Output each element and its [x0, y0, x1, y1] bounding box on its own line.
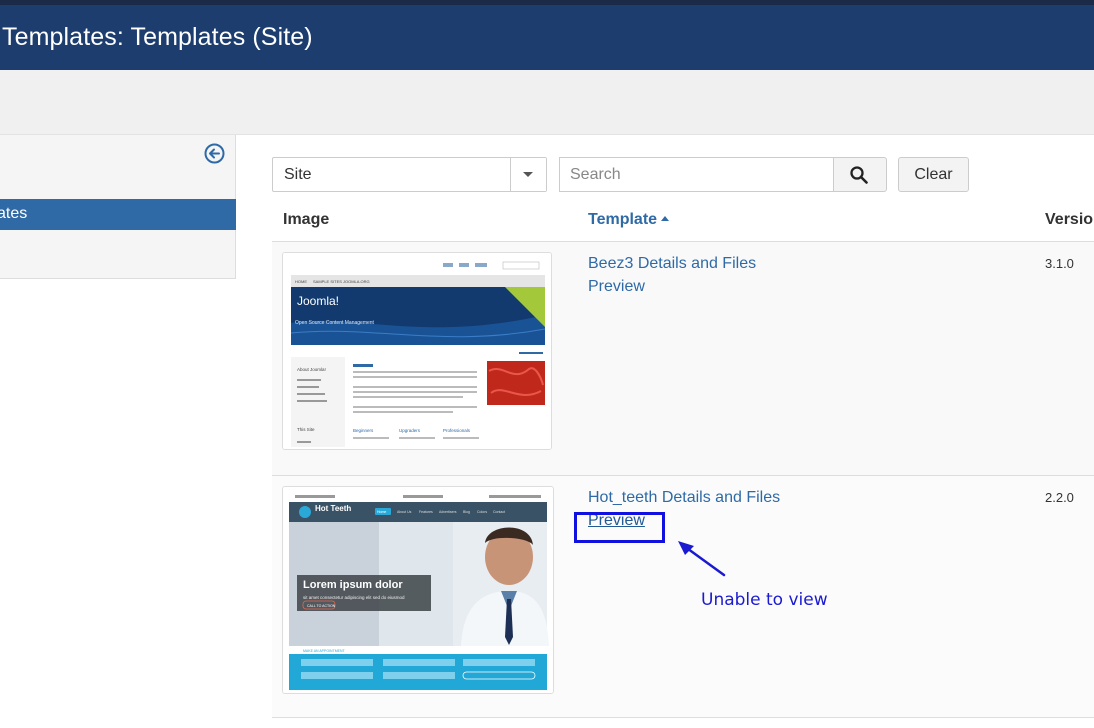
thumb-hot-brand: Hot Teeth [315, 504, 351, 513]
thumb-this-site: This Site [297, 427, 315, 432]
dropdown-toggle[interactable] [510, 158, 546, 191]
beez3-details-link[interactable]: Beez3 Details and Files [588, 255, 756, 273]
sidebar-item-templates[interactable]: ates [0, 199, 236, 230]
beez3-version: 3.1.0 [1045, 256, 1074, 271]
clear-button[interactable]: Clear [898, 157, 969, 192]
hot-teeth-details-link[interactable]: Hot_teeth Details and Files [588, 489, 780, 507]
client-select[interactable]: Site [272, 157, 547, 192]
thumb-hot-nav-about: About Us [397, 510, 412, 514]
thumb-hot-nav-blog: Blog [463, 510, 470, 514]
thumb-nav-home: HOME [295, 279, 307, 284]
toolbar [0, 70, 1094, 135]
client-select-value: Site [284, 166, 312, 183]
sort-ascending-icon [661, 216, 670, 221]
sidebar: ates [0, 135, 236, 279]
thumb-nav-sample: SAMPLE SITES [313, 279, 342, 284]
hot-teeth-version: 2.2.0 [1045, 490, 1074, 505]
thumb-brand: Joomla! [297, 294, 339, 308]
template-thumbnail-beez3[interactable]: HOME SAMPLE SITES JOOMLA.ORG Joomla! Ope… [282, 252, 552, 450]
thumb-hot-hero-title: Lorem ipsum dolor [303, 579, 403, 591]
thumb-hot-nav-colors: Colors [477, 510, 487, 514]
thumb-about: About Joomla! [297, 367, 326, 372]
thumb-hot-cta: CALL TO ACTION [307, 604, 336, 608]
thumb-col-professionals: Professionals [443, 428, 471, 433]
beez3-preview-link[interactable]: Preview [588, 278, 645, 296]
annotation-highlight-box [574, 512, 665, 543]
thumb-hot-nav-home: Home [377, 510, 386, 514]
annotation-text: Unable to view [701, 590, 828, 610]
column-header-template[interactable]: Template [588, 211, 670, 229]
page-header: Templates: Templates (Site) [0, 5, 1094, 70]
column-header-version: Versio [1045, 211, 1094, 228]
search-button[interactable] [833, 157, 887, 192]
thumb-hot-appointment: MAKE AN APPOINTMENT [303, 649, 345, 653]
thumb-hot-hero-sub: sit amet consectetur adipiscing elit sed… [303, 595, 405, 600]
thumb-nav-joomla: JOOMLA.ORG [343, 279, 370, 284]
thumb-col-upgraders: Upgraders [399, 428, 421, 433]
column-header-template-label: Template [588, 211, 658, 228]
page-title: Templates: Templates (Site) [2, 23, 313, 51]
annotation-arrow-icon [678, 541, 726, 577]
thumb-hot-nav-features: Features [419, 510, 433, 514]
column-header-image: Image [283, 211, 330, 228]
thumb-tagline: Open Source Content Management [295, 320, 375, 326]
chevron-down-icon [523, 172, 533, 177]
thumb-hot-nav-advertisers: Advertisers [439, 510, 457, 514]
collapse-sidebar-icon[interactable] [204, 143, 225, 164]
search-icon [850, 166, 868, 184]
thumb-col-beginners: Beginners [353, 428, 374, 433]
search-input[interactable] [559, 157, 834, 192]
thumb-hot-nav-contact: Contact [493, 510, 505, 514]
sidebar-item-label: ates [0, 205, 28, 222]
template-thumbnail-hot-teeth[interactable]: Hot Teeth Home About Us Features Adverti… [282, 486, 554, 694]
